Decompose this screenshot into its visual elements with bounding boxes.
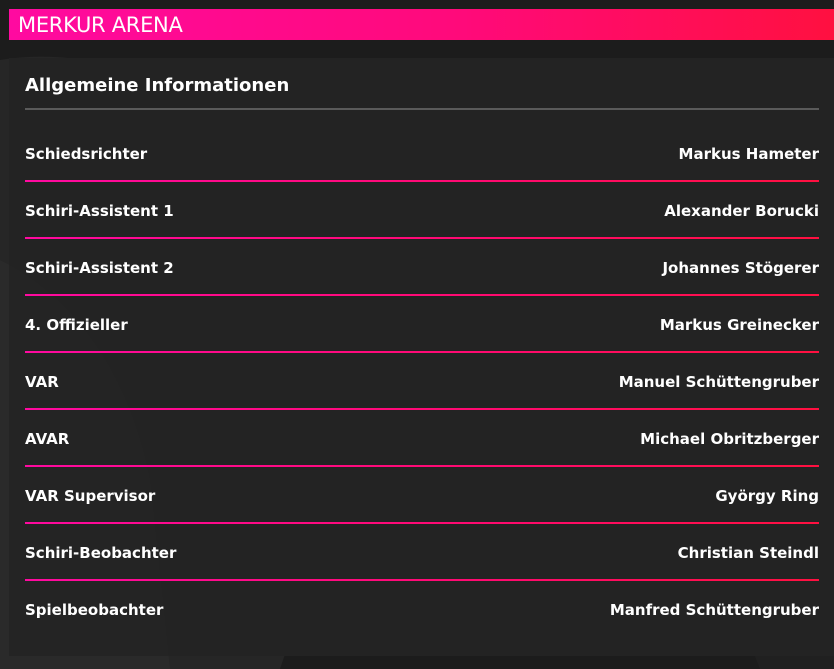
official-role: Spielbeobachter	[25, 601, 164, 619]
section-title: Allgemeine Informationen	[25, 75, 290, 96]
official-name: Johannes Stögerer	[662, 259, 819, 277]
official-row-assistant-2: Schiri-Assistent 2 Johannes Stögerer	[25, 239, 819, 296]
official-role: VAR	[25, 373, 59, 391]
official-row-var-supervisor: VAR Supervisor György Ring	[25, 467, 819, 524]
section-divider	[25, 108, 819, 110]
official-name: Christian Steindl	[677, 544, 819, 562]
official-name: Michael Obritzberger	[640, 430, 819, 448]
official-role: 4. Offizieller	[25, 316, 128, 334]
official-row-assistant-1: Schiri-Assistent 1 Alexander Borucki	[25, 182, 819, 239]
official-name: Manfred Schüttengruber	[609, 601, 819, 619]
officials-list: Schiedsrichter Markus Hameter Schiri-Ass…	[25, 125, 819, 638]
official-name: Markus Greinecker	[659, 316, 819, 334]
official-row-referee-observer: Schiri-Beobachter Christian Steindl	[25, 524, 819, 581]
official-name: Alexander Borucki	[664, 202, 819, 220]
official-role: Schiri-Assistent 2	[25, 259, 174, 277]
official-row-fourth-official: 4. Offizieller Markus Greinecker	[25, 296, 819, 353]
official-role: Schiri-Beobachter	[25, 544, 177, 562]
official-name: György Ring	[715, 487, 819, 505]
official-row-match-observer: Spielbeobachter Manfred Schüttengruber	[25, 581, 819, 638]
venue-title: MERKUR ARENA	[18, 12, 183, 37]
official-row-avar: AVAR Michael Obritzberger	[25, 410, 819, 467]
venue-header: MERKUR ARENA	[9, 9, 834, 40]
official-role: AVAR	[25, 430, 70, 448]
official-row-var: VAR Manuel Schüttengruber	[25, 353, 819, 410]
general-info-panel: Allgemeine Informationen Schiedsrichter …	[9, 58, 834, 656]
official-row-referee: Schiedsrichter Markus Hameter	[25, 125, 819, 182]
official-role: Schiedsrichter	[25, 145, 148, 163]
official-name: Manuel Schüttengruber	[618, 373, 819, 391]
official-name: Markus Hameter	[678, 145, 819, 163]
official-role: Schiri-Assistent 1	[25, 202, 174, 220]
official-role: VAR Supervisor	[25, 487, 156, 505]
